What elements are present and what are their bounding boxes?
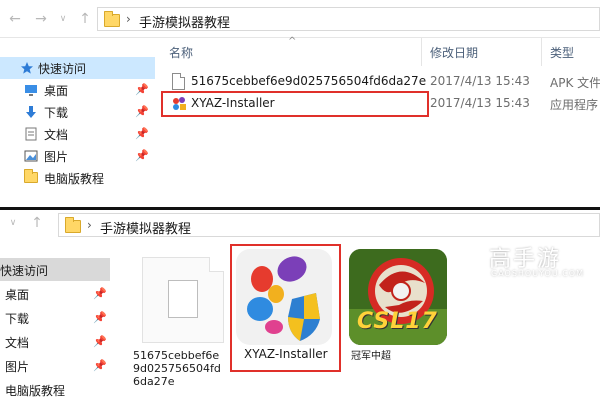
caption-line: 6da27e: [133, 375, 175, 388]
back-arrow-icon[interactable]: ←: [8, 11, 22, 27]
nav-item-documents[interactable]: 文档 📌: [0, 330, 110, 353]
forward-arrow-icon[interactable]: →: [34, 11, 48, 27]
breadcrumb-chevron-icon[interactable]: ›: [87, 218, 92, 232]
file-row[interactable]: 51675cebbef6e9d025756504fd6da27e 2017/4/…: [169, 71, 600, 93]
column-divider[interactable]: [421, 38, 422, 66]
file-date: 2017/4/13 15:43: [430, 96, 530, 110]
nav-label: 下载: [5, 312, 30, 326]
file-name: 51675cebbef6e9d025756504fd6da27e: [191, 74, 427, 88]
address-bar-row: ∨ ↑ › 手游模拟器教程: [0, 210, 600, 240]
caption-line: 9d025756504fd: [133, 362, 221, 375]
highlight-box: [230, 244, 341, 372]
nav-item-downloads[interactable]: 下载 📌: [0, 101, 155, 123]
nav-item-pc-tutorial[interactable]: 电脑版教程: [0, 167, 155, 189]
nav-item-documents[interactable]: 文档 📌: [0, 123, 155, 145]
navigation-pane: 快速访问 桌面 📌 下载 📌 文档 📌 图片 📌 电脑版教程: [0, 38, 155, 207]
up-arrow-icon[interactable]: ↑: [78, 11, 92, 27]
pin-icon[interactable]: 📌: [135, 83, 149, 96]
up-arrow-icon[interactable]: ↑: [30, 215, 44, 231]
nav-label: 快速访问: [0, 264, 49, 278]
nav-label: 电脑版教程: [5, 384, 66, 398]
nav-label: 文档: [5, 336, 30, 350]
file-type: 应用程序: [550, 98, 599, 112]
star-icon: [21, 62, 33, 74]
pin-icon[interactable]: 📌: [93, 335, 107, 348]
nav-item-pc-tutorial[interactable]: 电脑版教程: [0, 378, 110, 400]
pin-icon[interactable]: 📌: [93, 311, 107, 324]
nav-label: 电脑版教程: [44, 172, 105, 186]
game-app-tile[interactable]: CSL17: [349, 249, 447, 345]
highlight-box: [161, 91, 429, 117]
file-icon: [168, 280, 198, 318]
top-explorer-window: ← → ∨ ↑ › 手游模拟器教程 快速访问 桌面 📌 下载 📌 文档 📌 图片…: [0, 0, 600, 207]
bottom-explorer-window: ∨ ↑ › 手游模拟器教程 快速访问 桌面 📌 下载 📌 文档 📌 图片 📌 电…: [0, 210, 600, 400]
breadcrumb-chevron-icon[interactable]: ›: [126, 12, 131, 26]
pin-icon[interactable]: 📌: [135, 105, 149, 118]
logo-icon: [463, 243, 484, 268]
nav-label: 桌面: [5, 288, 30, 302]
game-badge-text: CSL17: [357, 309, 438, 334]
navigation-pane: 快速访问 桌面 📌 下载 📌 文档 📌 图片 📌 电脑版教程: [0, 258, 110, 400]
nav-label: 桌面: [44, 84, 69, 98]
pin-icon[interactable]: 📌: [135, 149, 149, 162]
breadcrumb-folder[interactable]: 手游模拟器教程: [139, 12, 230, 31]
nav-item-quick-access[interactable]: 快速访问: [0, 258, 110, 281]
file-date: 2017/4/13 15:43: [430, 74, 530, 88]
nav-label: 文档: [44, 128, 69, 142]
nav-item-quick-access[interactable]: 快速访问: [0, 57, 155, 79]
file-caption: 51675cebbef6e 9d025756504fd 6da27e: [133, 349, 221, 388]
nav-item-downloads[interactable]: 下载 📌: [0, 306, 110, 329]
desktop-icon: [25, 85, 37, 96]
watermark-subtitle: GAOSHOUYOU.COM: [491, 269, 585, 278]
breadcrumb-folder[interactable]: 手游模拟器教程: [100, 218, 191, 237]
download-icon: [26, 106, 36, 118]
file-caption: 冠军中超: [351, 351, 391, 362]
file-type: APK 文件: [550, 76, 600, 90]
watermark-logo: 高手游 GAOSHOUYOU.COM: [463, 243, 593, 283]
nav-item-pictures[interactable]: 图片 📌: [0, 354, 110, 377]
folder-icon: [104, 11, 120, 27]
nav-item-pictures[interactable]: 图片 📌: [0, 145, 155, 167]
recent-dropdown-icon[interactable]: ∨: [6, 215, 20, 231]
file-list: ^ 名称 修改日期 类型 51675cebbef6e9d025756504fd6…: [155, 36, 600, 207]
caption-line: 51675cebbef6e: [133, 349, 220, 362]
file-icon: [172, 73, 185, 90]
sort-ascending-icon: ^: [288, 36, 297, 47]
folder-icon: [24, 169, 38, 183]
recent-dropdown-icon[interactable]: ∨: [56, 11, 70, 27]
column-header-name[interactable]: 名称: [169, 44, 193, 61]
pictures-icon: [24, 150, 38, 162]
pin-icon[interactable]: 📌: [135, 127, 149, 140]
folder-icon: [65, 217, 81, 233]
nav-label: 图片: [44, 150, 69, 164]
nav-item-desktop[interactable]: 桌面 📌: [0, 282, 110, 305]
address-bar[interactable]: › 手游模拟器教程: [97, 7, 600, 31]
address-bar[interactable]: › 手游模拟器教程: [58, 213, 600, 237]
column-header-type[interactable]: 类型: [550, 44, 574, 61]
pin-icon[interactable]: 📌: [93, 359, 107, 372]
pin-icon[interactable]: 📌: [93, 287, 107, 300]
address-bar-row: ← → ∨ ↑ › 手游模拟器教程: [0, 0, 600, 38]
nav-label: 下载: [44, 106, 69, 120]
nav-label: 图片: [5, 360, 30, 374]
column-divider[interactable]: [541, 38, 542, 66]
document-icon: [25, 127, 37, 141]
column-header-date[interactable]: 修改日期: [430, 44, 478, 61]
apk-file-tile[interactable]: [142, 257, 224, 343]
nav-item-desktop[interactable]: 桌面 📌: [0, 79, 155, 101]
nav-label: 快速访问: [38, 62, 87, 76]
